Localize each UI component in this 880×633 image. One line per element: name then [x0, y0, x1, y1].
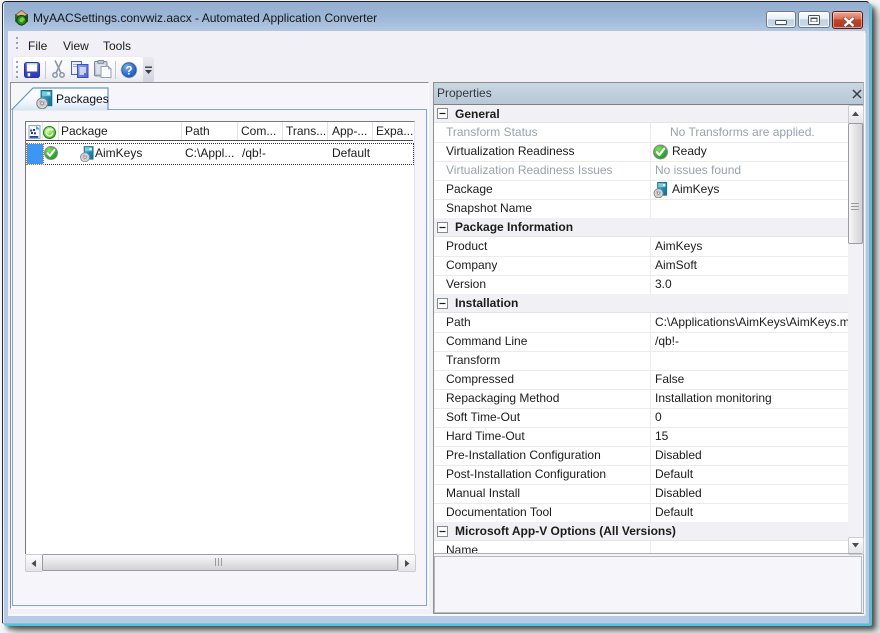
svg-text:?: ?	[125, 66, 132, 78]
